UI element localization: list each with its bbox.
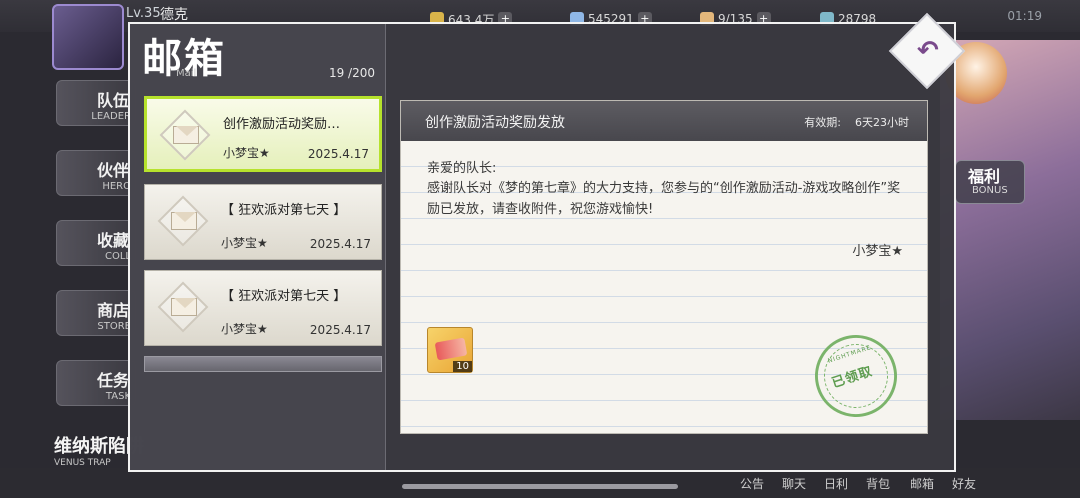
side-menu-leader[interactable]: 队伍 LEADER: [56, 80, 136, 126]
mailbox-subtitle: Mail: [176, 68, 197, 79]
mail-date: 2025.4.17: [307, 147, 369, 161]
mail-signature: 小梦宝★: [852, 244, 903, 259]
player-level: Lv.35: [126, 6, 161, 21]
side-menu: 队伍 LEADER 伙伴 HERO 收藏 COLL 商店 STORE 任务 TA…: [56, 80, 136, 430]
home-indicator[interactable]: [402, 484, 678, 489]
mail-date: 2025.4.17: [309, 237, 371, 251]
mail-item-selected[interactable]: 创作激励活动奖励… 小梦宝★ 2025.4.17: [144, 96, 382, 172]
validity-info: 有效期: 6天23小时: [804, 114, 909, 130]
envelope-icon: [159, 109, 211, 161]
back-button[interactable]: ↶: [888, 12, 966, 90]
player-avatar[interactable]: [52, 4, 124, 70]
envelope-icon: [157, 281, 209, 333]
mail-detail-card: 创作激励活动奖励发放 有效期: 6天23小时 亲爱的队长: 感谢队长对《梦的第七…: [400, 100, 928, 434]
validity-label: 有效期:: [804, 116, 841, 129]
mail-detail-header: 创作激励活动奖励发放 有效期: 6天23小时: [401, 101, 927, 141]
mail-sender: 小梦宝★: [223, 146, 270, 160]
side-menu-hero[interactable]: 伙伴 HERO: [56, 150, 136, 196]
mail-item-partial[interactable]: [144, 356, 382, 372]
mail-subject: 【 狂欢派对第七天 】: [221, 289, 347, 304]
mail-date: 2025.4.17: [309, 323, 371, 337]
mail-body-paper: 亲爱的队长: 感谢队长对《梦的第七章》的大力支持，您参与的“创作激励活动-游戏攻…: [401, 141, 927, 433]
side-menu-store[interactable]: 商店 STORE: [56, 290, 136, 336]
nav-daily[interactable]: 日利: [824, 475, 848, 492]
player-name: 德克: [160, 7, 188, 23]
nav-bag[interactable]: 背包: [866, 475, 890, 492]
back-arrow-icon: ↶: [917, 36, 939, 66]
nav-announcement[interactable]: 公告: [740, 475, 764, 492]
attachment-quantity: 10: [453, 361, 472, 372]
mail-subject: 【 狂欢派对第七天 】: [221, 203, 347, 218]
attachment-item[interactable]: 10: [427, 327, 473, 373]
mail-count: 19 /200: [328, 66, 375, 80]
envelope-icon: [157, 195, 209, 247]
mailbox-modal: 邮箱 Mail 19 /200 创作激励活动奖励… 小梦宝★ 2025.4.17…: [128, 22, 956, 472]
mail-sender: 小梦宝★: [221, 322, 268, 336]
mail-subject: 创作激励活动奖励…: [223, 117, 341, 132]
claimed-stamp: NIGHTMARE 已领取: [804, 324, 908, 428]
mail-body-text: 感谢队长对《梦的第七章》的大力支持，您参与的“创作激励活动-游戏攻略创作”奖励已…: [427, 181, 901, 217]
mail-item[interactable]: 【 狂欢派对第七天 】 小梦宝★ 2025.4.17: [144, 184, 382, 260]
mail-detail-subject: 创作激励活动奖励发放: [425, 115, 565, 131]
side-menu-task[interactable]: 任务 TASK: [56, 360, 136, 406]
mail-sender: 小梦宝★: [221, 236, 268, 250]
clock: 01:19: [1007, 9, 1042, 23]
nav-chat[interactable]: 聊天: [782, 475, 806, 492]
mail-item[interactable]: 【 狂欢派对第七天 】 小梦宝★ 2025.4.17: [144, 270, 382, 346]
mail-list-pane: 邮箱 Mail 19 /200 创作激励活动奖励… 小梦宝★ 2025.4.17…: [130, 24, 386, 470]
bonus-button[interactable]: 福利 BONUS: [955, 160, 1025, 204]
validity-value: 6天23小时: [855, 116, 909, 129]
mail-greeting: 亲爱的队长:: [427, 161, 497, 176]
nav-mail[interactable]: 邮箱: [910, 475, 934, 492]
nav-friends[interactable]: 好友: [952, 475, 976, 492]
ticket-icon: [434, 337, 468, 361]
side-menu-collection[interactable]: 收藏 COLL: [56, 220, 136, 266]
